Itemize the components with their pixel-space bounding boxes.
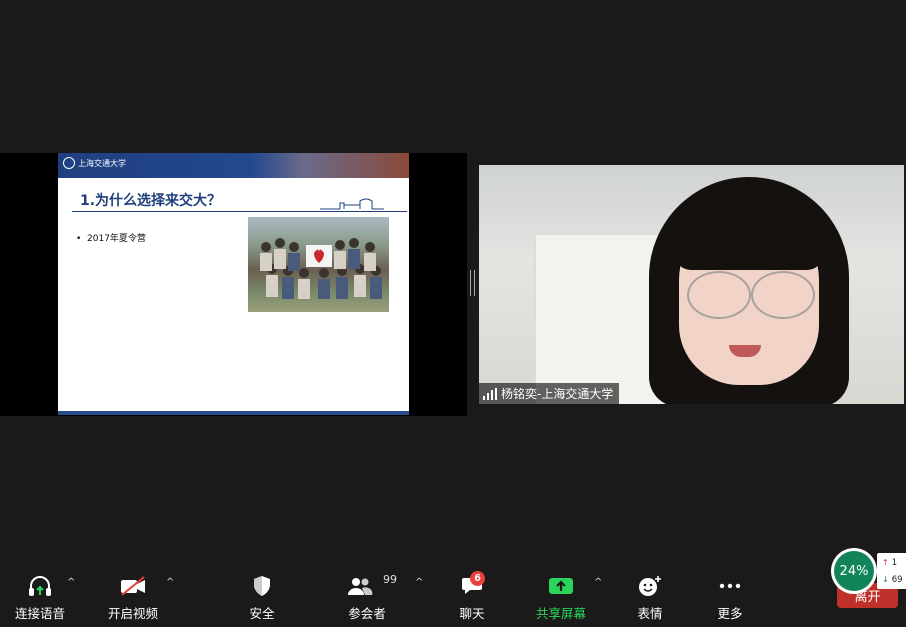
security-button[interactable]: 安全 — [242, 573, 282, 623]
start-video-label: 开启视频 — [107, 606, 158, 621]
participants-options-chevron-icon[interactable]: ^ — [415, 577, 423, 588]
shared-screen: 上海交通大学 1.为什么选择来交大？ • 2017年夏令营 — [0, 153, 467, 416]
slide-footer-bar — [58, 411, 409, 415]
network-speed-panel: ↑ 1 ↓ 69 — [877, 553, 906, 589]
background-wardrobe — [534, 235, 666, 404]
chat-icon: 6 — [456, 571, 488, 599]
participant-name-tag: 杨铭奕-上海交通大学 — [479, 383, 620, 404]
share-screen-icon — [548, 573, 574, 599]
presentation-slide: 上海交通大学 1.为什么选择来交大？ • 2017年夏令营 — [58, 153, 409, 415]
cpu-usage-gauge[interactable]: 24% — [831, 548, 877, 594]
reactions-smiley-icon — [638, 573, 662, 599]
more-label: 更多 — [717, 606, 743, 621]
slide-bullet: • 2017年夏令营 — [76, 234, 146, 244]
audio-options-chevron-icon[interactable]: ^ — [67, 577, 75, 588]
participants-button[interactable]: 99 参会者 — [345, 573, 397, 623]
security-label: 安全 — [249, 606, 275, 621]
reactions-label: 表情 — [637, 606, 663, 621]
share-options-chevron-icon[interactable]: ^ — [594, 577, 602, 588]
upload-row: ↑ 1 — [877, 555, 906, 570]
university-logo-icon — [63, 157, 75, 169]
group-photo — [248, 217, 389, 312]
meeting-toolbar: 连接语音 ^ 开启视频 ^ 安全 99 参会者 ^ 6 聊天 共享屏幕 ^ 表情… — [0, 565, 906, 627]
upload-arrow-icon: ↑ — [882, 558, 889, 567]
university-logo-text: 上海交通大学 — [78, 159, 126, 168]
participants-label: 参会者 — [348, 606, 386, 621]
signal-strength-icon — [483, 387, 497, 400]
chat-button[interactable]: 6 聊天 — [456, 571, 488, 623]
glasses-lens-left — [687, 271, 751, 319]
participants-count: 99 — [383, 573, 397, 586]
reactions-button[interactable]: 表情 — [634, 573, 666, 623]
video-off-icon — [119, 573, 147, 599]
download-value: 69 — [891, 574, 903, 585]
join-audio-button[interactable]: 连接语音 — [10, 573, 70, 623]
slide-divider — [72, 211, 407, 212]
more-button[interactable]: 更多 — [714, 573, 746, 623]
download-arrow-icon: ↓ — [882, 575, 889, 584]
bullet-text: 2017年夏令营 — [87, 234, 146, 244]
split-view-divider[interactable] — [470, 270, 475, 296]
share-screen-button[interactable]: 共享屏幕 — [532, 573, 590, 623]
video-options-chevron-icon[interactable]: ^ — [166, 577, 174, 588]
download-row: ↓ 69 — [877, 572, 906, 587]
participants-icon: 99 — [345, 573, 397, 599]
headphones-icon — [27, 573, 53, 599]
glasses-lens-right — [751, 271, 815, 319]
chat-label: 聊天 — [459, 606, 485, 621]
shield-icon — [252, 573, 272, 599]
upload-value: 1 — [891, 557, 898, 568]
cpu-percent: 24% — [834, 551, 874, 591]
participant-name: 杨铭奕-上海交通大学 — [501, 387, 614, 401]
slide-title: 1.为什么选择来交大？ — [80, 193, 222, 209]
share-screen-label: 共享屏幕 — [535, 606, 586, 621]
slide-banner: 上海交通大学 — [58, 153, 409, 178]
more-dots-icon — [719, 573, 741, 599]
participant-video[interactable]: 杨铭奕-上海交通大学 — [479, 165, 904, 404]
chat-unread-badge: 6 — [470, 571, 485, 586]
join-audio-label: 连接语音 — [14, 606, 65, 621]
start-video-button[interactable]: 开启视频 — [103, 573, 163, 623]
